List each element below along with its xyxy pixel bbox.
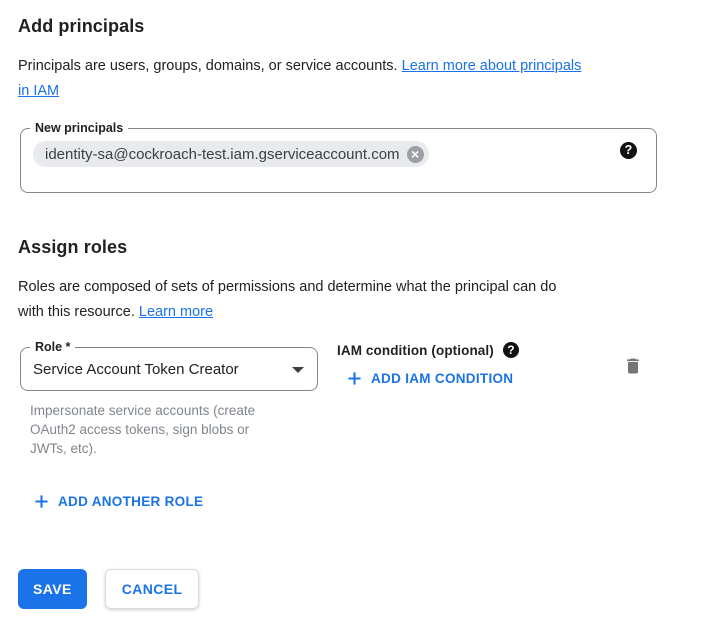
learn-more-principals-link[interactable]: Learn more about principals bbox=[402, 58, 582, 74]
cancel-button[interactable]: CANCEL bbox=[105, 569, 200, 609]
new-principals-label: New principals bbox=[30, 120, 128, 137]
role-select[interactable]: Role * Service Account Token Creator bbox=[20, 347, 318, 391]
role-description: Impersonate service accounts (create OAu… bbox=[30, 401, 342, 458]
page-title: Add principals bbox=[18, 16, 695, 37]
add-icon bbox=[34, 494, 49, 509]
role-label: Role * bbox=[30, 339, 75, 356]
add-principals-panel: Add principals Principals are users, gro… bbox=[0, 0, 713, 629]
assign-roles-title: Assign roles bbox=[18, 237, 695, 258]
add-iam-condition-label: ADD IAM CONDITION bbox=[371, 371, 513, 386]
help-icon[interactable]: ? bbox=[620, 142, 637, 159]
delete-icon bbox=[623, 356, 643, 376]
save-button[interactable]: SAVE bbox=[18, 569, 87, 609]
iam-condition-label: IAM condition (optional) bbox=[337, 343, 494, 358]
intro-text-static: Principals are users, groups, domains, o… bbox=[18, 58, 402, 74]
learn-more-principals-link-wrap[interactable]: in IAM bbox=[18, 83, 59, 99]
chevron-down-icon bbox=[292, 367, 304, 373]
assign-roles-description: Roles are composed of sets of permission… bbox=[18, 275, 695, 325]
iam-condition-label-row: IAM condition (optional) ? bbox=[337, 342, 519, 358]
role-row: Role * Service Account Token Creator IAM… bbox=[18, 347, 695, 391]
add-iam-condition-button[interactable]: ADD IAM CONDITION bbox=[347, 371, 513, 386]
add-another-role-label: ADD ANOTHER ROLE bbox=[58, 494, 203, 509]
learn-more-roles-link[interactable]: Learn more bbox=[139, 304, 213, 320]
add-another-role-button[interactable]: ADD ANOTHER ROLE bbox=[34, 494, 203, 509]
close-icon[interactable]: × bbox=[407, 146, 424, 163]
principal-chip: identity-sa@cockroach-test.iam.gservicea… bbox=[33, 141, 429, 167]
iam-condition-column: IAM condition (optional) ? ADD IAM CONDI… bbox=[337, 342, 519, 391]
roles-desc-line2: with this resource. bbox=[18, 304, 139, 320]
new-principals-field[interactable]: New principals identity-sa@cockroach-tes… bbox=[20, 128, 657, 193]
intro-text: Principals are users, groups, domains, o… bbox=[18, 54, 695, 104]
add-icon bbox=[347, 371, 362, 386]
action-buttons: SAVE CANCEL bbox=[18, 569, 695, 609]
delete-role-button[interactable] bbox=[623, 356, 643, 376]
roles-desc-line1: Roles are composed of sets of permission… bbox=[18, 279, 556, 295]
principal-chip-value: identity-sa@cockroach-test.iam.gservicea… bbox=[45, 146, 400, 163]
help-icon[interactable]: ? bbox=[503, 342, 519, 358]
